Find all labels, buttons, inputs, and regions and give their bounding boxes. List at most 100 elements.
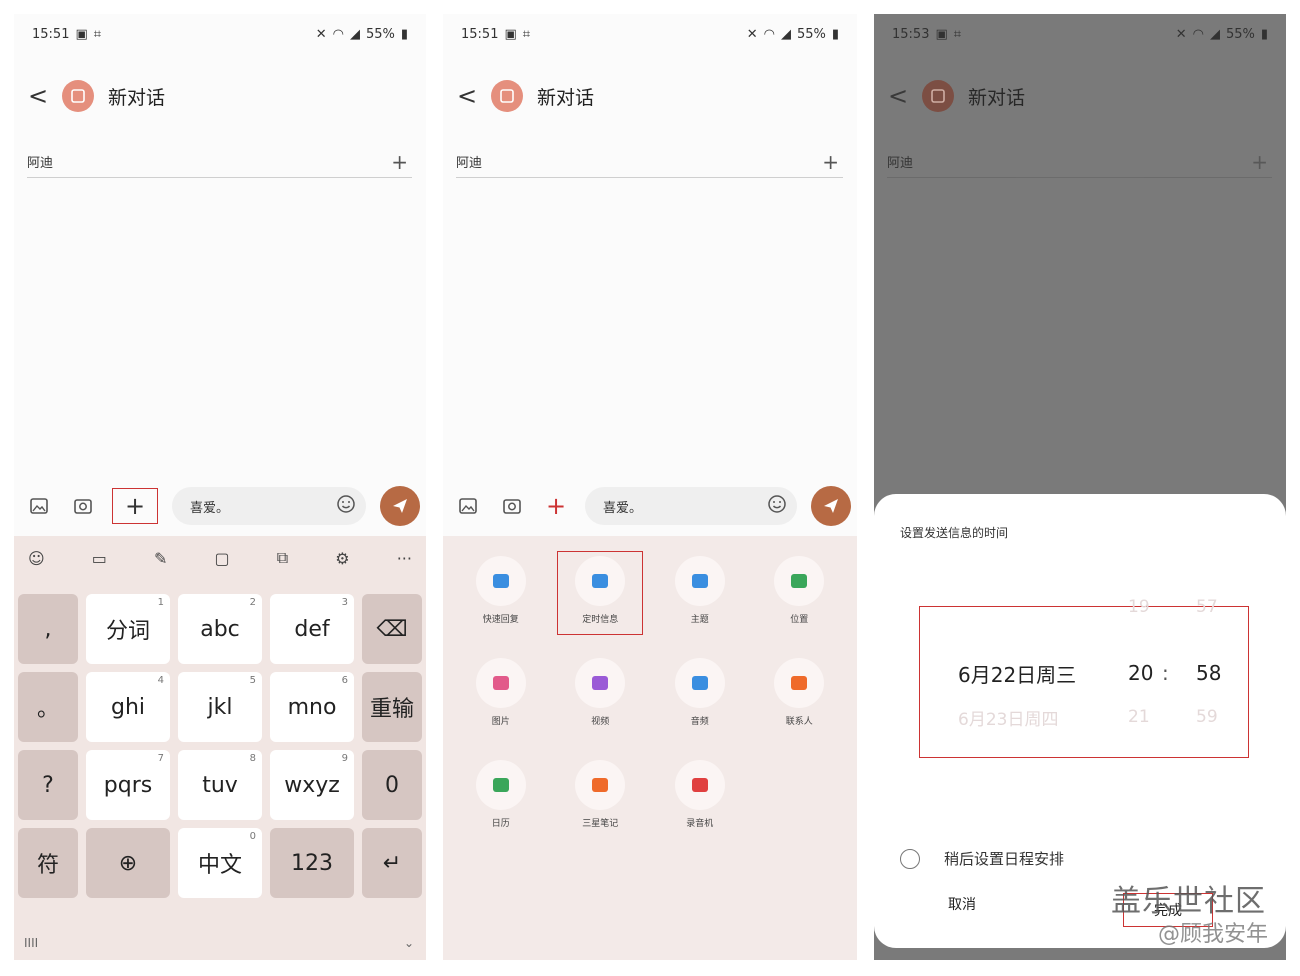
attachment-option[interactable]: 录音机: [650, 756, 750, 838]
attachment-icon: [575, 658, 626, 708]
attachment-option[interactable]: 主题: [650, 552, 750, 634]
key-label: 中文: [197, 853, 242, 878]
attachment-option[interactable]: 快速回复: [451, 552, 551, 634]
attachment-label: 快速回复: [482, 615, 519, 625]
attach-plus-button[interactable]: +: [112, 488, 158, 524]
keyboard-toolbar: ☺ ▭ ✎ ▢ ⧉ ⚙ ···: [14, 536, 426, 580]
screen-attachments: 15:51 ▣ ⌗ ✕ ◠ ◢ 55% ▮ < 新对话 阿迪 + + 喜爱。 快…: [443, 14, 857, 960]
recipient-field[interactable]: 阿迪 +: [27, 146, 412, 178]
translate-icon[interactable]: ⧉: [277, 548, 288, 568]
attachment-option[interactable]: 图片: [451, 654, 551, 736]
keyboard-key[interactable]: 。: [18, 672, 78, 742]
key-label: tuv: [202, 772, 238, 798]
attachment-option[interactable]: 位置: [750, 552, 850, 634]
key-number: 9: [341, 753, 348, 764]
add-recipient-icon[interactable]: +: [1251, 150, 1268, 174]
attachment-label: 主题: [690, 615, 709, 625]
keyboard-key[interactable]: def 3: [270, 594, 354, 664]
status-time: 15:53: [892, 26, 930, 42]
sticker-icon[interactable]: ▭: [92, 549, 107, 568]
keyboard-key[interactable]: abc 2: [178, 594, 262, 664]
battery-icon: ▮: [400, 26, 408, 42]
keyboard-key[interactable]: jkl 5: [178, 672, 262, 742]
image-icon[interactable]: [453, 491, 483, 521]
attachment-option[interactable]: 音频: [650, 654, 750, 736]
keyboard-key[interactable]: 中文 0: [178, 828, 262, 898]
attachment-label: 三星笔记: [582, 819, 619, 829]
schedule-later-option[interactable]: 稍后设置日程安排: [900, 848, 1064, 869]
attachment-grid: 快速回复 定时信息 主题 位置图片 视频 音频 联系人日历 三星笔记 录音机: [451, 551, 850, 838]
collapse-keyboard-icon[interactable]: ⌄: [404, 936, 414, 950]
key-label: 分词: [105, 619, 150, 644]
more-icon[interactable]: ···: [397, 549, 412, 568]
emoji-icon[interactable]: [767, 494, 787, 518]
recipient-name: 阿迪: [456, 156, 483, 171]
keyboard-key[interactable]: ⊕: [86, 828, 170, 898]
attachment-option[interactable]: 视频: [551, 654, 651, 736]
emoji-icon[interactable]: [336, 494, 356, 518]
keyboard-key[interactable]: ↵: [362, 828, 422, 898]
keyboard-key[interactable]: ⌫: [362, 594, 422, 664]
attachment-label: 位置: [790, 615, 809, 625]
back-icon[interactable]: <: [457, 82, 477, 110]
keyboard-key[interactable]: 符: [18, 828, 78, 898]
back-icon[interactable]: <: [888, 82, 908, 110]
keyboard-key[interactable]: pqrs 7: [86, 750, 170, 820]
next-minute: 59: [1196, 707, 1218, 727]
message-input[interactable]: 喜爱。: [585, 487, 797, 525]
settings-gear-icon[interactable]: ⚙: [335, 549, 349, 568]
signal-icon: ◢: [780, 26, 791, 42]
gallery-icon: ▣: [935, 26, 948, 42]
keyboard-key[interactable]: 123: [270, 828, 354, 898]
keyboard-key[interactable]: mno 6: [270, 672, 354, 742]
wifi-icon: ◠: [332, 26, 344, 42]
clipboard-icon[interactable]: ▢: [215, 549, 230, 568]
conversation-header: < 新对话: [457, 76, 594, 116]
key-label: ↵: [382, 850, 402, 876]
recipient-field[interactable]: 阿迪 +: [887, 146, 1272, 178]
key-grid: , 分词 1 abc 2 def 3 ⌫ 。 ghi 4 jkl 5 mno 6 重输? pqrs 7 tuv 8 wx…: [18, 594, 422, 898]
key-label: 123: [291, 850, 333, 876]
signal-icon: ◢: [349, 26, 360, 42]
next-date: 6月23日周四: [958, 709, 1059, 730]
attach-plus-button[interactable]: +: [541, 492, 571, 520]
attachment-option[interactable]: 定时信息: [557, 551, 644, 635]
datetime-picker[interactable]: 19 57 6月22日周三 20 : 58 6月23日周四 21 59: [919, 597, 1249, 758]
attachment-icon: [774, 658, 825, 708]
keyboard-key[interactable]: ghi 4: [86, 672, 170, 742]
key-label: ?: [42, 772, 54, 798]
keyboard-footer: IIII ⌄: [24, 936, 414, 950]
key-number: 8: [249, 753, 256, 764]
keyboard-key[interactable]: 重输: [362, 672, 422, 742]
back-icon[interactable]: <: [28, 82, 48, 110]
add-recipient-icon[interactable]: +: [822, 150, 839, 174]
picker-row-selected[interactable]: 6月22日周三 20 : 58: [920, 659, 1248, 687]
camera-icon[interactable]: [497, 491, 527, 521]
add-recipient-icon[interactable]: +: [391, 150, 408, 174]
keyboard-key[interactable]: 分词 1: [86, 594, 170, 664]
dialog-title: 设置发送信息的时间: [900, 526, 1009, 540]
keyboard-key[interactable]: tuv 8: [178, 750, 262, 820]
attachment-option[interactable]: 联系人: [750, 654, 850, 736]
recipient-name: 阿迪: [27, 156, 54, 171]
keyboard-key[interactable]: 0: [362, 750, 422, 820]
send-button[interactable]: [811, 486, 851, 526]
keyboard-key[interactable]: ,: [18, 594, 78, 664]
status-time: 15:51: [461, 26, 499, 42]
camera-icon[interactable]: [68, 491, 98, 521]
keyboard-key[interactable]: ?: [18, 750, 78, 820]
handwriting-icon[interactable]: ✎: [154, 549, 167, 568]
attachment-icon: [674, 556, 725, 606]
send-button[interactable]: [380, 486, 420, 526]
cancel-button[interactable]: 取消: [948, 894, 976, 926]
schedule-later-radio[interactable]: [900, 848, 920, 869]
emoji-panel-icon[interactable]: ☺: [28, 549, 45, 568]
signal-icon: ◢: [1209, 26, 1220, 42]
keyboard-key[interactable]: wxyz 9: [270, 750, 354, 820]
recipient-field[interactable]: 阿迪 +: [456, 146, 843, 178]
attachment-option[interactable]: 日历: [451, 756, 551, 838]
image-icon[interactable]: [24, 491, 54, 521]
key-label: 重输: [369, 697, 414, 722]
message-input[interactable]: 喜爱。: [172, 487, 366, 525]
attachment-option[interactable]: 三星笔记: [551, 756, 651, 838]
